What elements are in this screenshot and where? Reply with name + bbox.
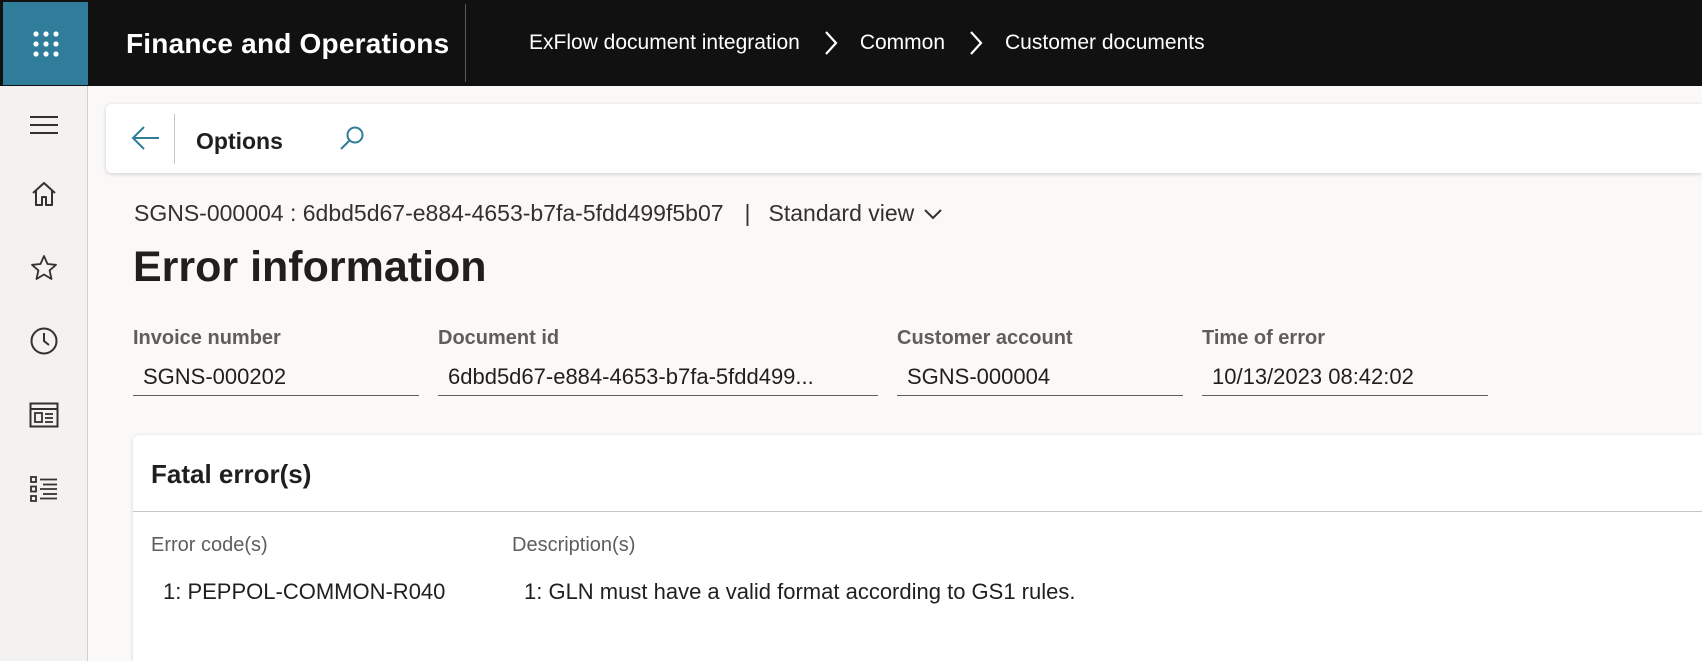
fatal-errors-section: Fatal error(s) Error code(s) 1: PEPPOL-C…: [133, 435, 1702, 661]
options-tab[interactable]: Options: [196, 104, 283, 173]
chevron-right-icon: [969, 30, 983, 56]
home-icon[interactable]: [28, 178, 60, 210]
time-of-error-input[interactable]: 10/13/2023 08:42:02: [1202, 358, 1488, 396]
document-id-field: Document id 6dbd5d67-e884-4653-b7fa-5fdd…: [438, 326, 878, 396]
customer-account-field: Customer account SGNS-000004: [897, 326, 1183, 396]
breadcrumb-item-customer-documents[interactable]: Customer documents: [1005, 31, 1205, 55]
action-pane: Options: [106, 104, 1702, 173]
invoice-number-field: Invoice number SGNS-000202: [133, 326, 419, 396]
waffle-icon: [32, 30, 59, 57]
invoice-number-input[interactable]: SGNS-000202: [133, 358, 419, 396]
error-code-cell: 1: PEPPOL-COMMON-R040: [163, 579, 446, 604]
description-header: Description(s): [512, 534, 636, 556]
app-launcher-button[interactable]: [3, 2, 88, 85]
view-selector[interactable]: Standard view: [769, 200, 944, 227]
record-identifier: SGNS-000004 : 6dbd5d67-e884-4653-b7fa-5f…: [134, 200, 724, 226]
workspace-icon[interactable]: [28, 399, 60, 431]
view-selector-label: Standard view: [768, 200, 915, 226]
chevron-down-icon: [924, 208, 942, 219]
menu-icon[interactable]: [28, 109, 60, 141]
record-caption: SGNS-000004 : 6dbd5d67-e884-4653-b7fa-5f…: [134, 200, 943, 227]
breadcrumb-item-exflow[interactable]: ExFlow document integration: [529, 31, 800, 55]
breadcrumb-item-common[interactable]: Common: [860, 31, 945, 55]
error-code-column: Error code(s) 1: PEPPOL-COMMON-R040: [151, 533, 445, 605]
search-button[interactable]: [334, 120, 370, 156]
app-title[interactable]: Finance and Operations: [126, 0, 449, 86]
document-id-label: Document id: [438, 327, 560, 349]
back-button[interactable]: [128, 120, 164, 156]
error-code-header: Error code(s): [151, 534, 268, 556]
description-cell: 1: GLN must have a valid format accordin…: [524, 579, 1076, 604]
document-id-input[interactable]: 6dbd5d67-e884-4653-b7fa-5fdd499...: [438, 358, 878, 396]
back-arrow-icon: [131, 126, 159, 150]
clock-icon[interactable]: [28, 325, 60, 357]
search-icon: [340, 126, 364, 150]
fatal-errors-header[interactable]: Fatal error(s): [133, 435, 1702, 512]
invoice-number-label: Invoice number: [133, 327, 281, 349]
caption-separator: |: [744, 200, 751, 226]
breadcrumb: ExFlow document integration Common Custo…: [529, 0, 1205, 86]
customer-account-label: Customer account: [897, 327, 1073, 349]
page-title: Error information: [133, 243, 487, 291]
navigation-pane: [0, 86, 88, 661]
star-icon[interactable]: [28, 252, 60, 284]
customer-account-input[interactable]: SGNS-000004: [897, 358, 1183, 396]
top-bar: Finance and Operations ExFlow document i…: [0, 0, 1702, 86]
list-icon[interactable]: [28, 473, 60, 505]
time-of-error-field: Time of error 10/13/2023 08:42:02: [1202, 326, 1488, 396]
top-bar-divider: [465, 4, 466, 82]
action-pane-divider: [174, 114, 175, 164]
description-column: Description(s) 1: GLN must have a valid …: [512, 533, 1075, 605]
chevron-right-icon: [824, 30, 838, 56]
time-of-error-label: Time of error: [1202, 327, 1325, 349]
